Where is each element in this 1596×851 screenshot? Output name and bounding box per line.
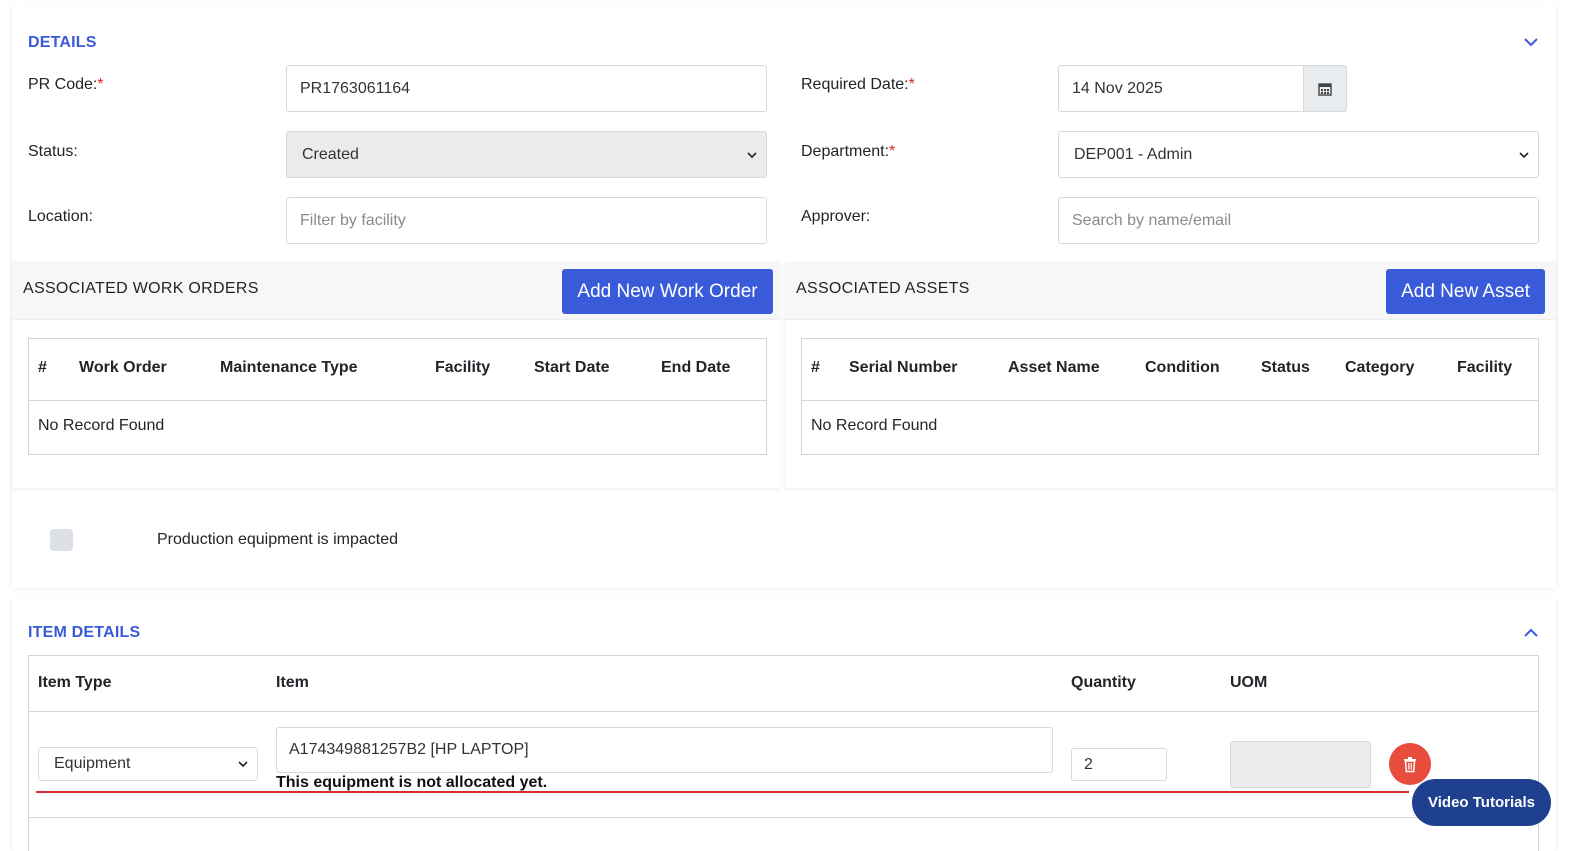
item-input[interactable]: A174349881257B2 [HP LAPTOP] (276, 727, 1053, 773)
pr-code-label: PR Code:* (28, 76, 104, 93)
calendar-icon (1318, 82, 1332, 96)
column-header: Facility (1457, 359, 1513, 376)
chevron-up-icon[interactable] (1523, 625, 1539, 641)
details-section-title: DETAILS (28, 34, 97, 51)
trash-icon (1404, 756, 1416, 772)
pr-code-value: PR1763061164 (300, 79, 411, 97)
items-table-header: Item Type Item Quantity UOM (29, 656, 1538, 712)
column-header: Status (1261, 359, 1310, 376)
column-header: Work Order (79, 359, 167, 376)
work-orders-panel: ASSOCIATED WORK ORDERS Add New Work Orde… (12, 262, 780, 488)
column-header: Start Date (534, 359, 610, 376)
approver-input[interactable]: Search by name/email (1058, 197, 1539, 244)
column-header: # (811, 359, 820, 376)
video-tutorials-button[interactable]: Video Tutorials (1412, 779, 1551, 826)
column-header: Quantity (1071, 674, 1136, 691)
approver-label: Approver: (801, 208, 871, 225)
production-impact-checkbox[interactable] (50, 529, 73, 551)
caret-down-icon (1519, 151, 1529, 158)
item-warning-text: This equipment is not allocated yet. (276, 774, 548, 791)
add-work-order-button[interactable]: Add New Work Order (562, 269, 773, 314)
department-select[interactable]: DEP001 - Admin (1058, 131, 1539, 178)
item-value: A174349881257B2 [HP LAPTOP] (289, 741, 529, 758)
location-label: Location: (28, 208, 93, 225)
caret-down-icon (238, 761, 248, 768)
required-date-field[interactable]: 14 Nov 2025 (1058, 65, 1304, 112)
assets-empty: No Record Found (811, 417, 938, 434)
status-select[interactable]: Created (286, 131, 767, 178)
required-date-value: 14 Nov 2025 (1072, 79, 1163, 97)
item-type-select[interactable]: Equipment (38, 747, 258, 781)
quantity-value: 2 (1084, 755, 1093, 773)
calendar-button[interactable] (1304, 65, 1347, 112)
work-orders-empty: No Record Found (38, 417, 165, 434)
production-impact-label: Production equipment is impacted (157, 531, 399, 548)
status-value: Created (302, 145, 359, 163)
work-orders-table-header: # Work Order Maintenance Type Facility S… (29, 339, 766, 401)
items-row-divider (29, 817, 1538, 818)
required-date-label: Required Date:* (801, 76, 915, 93)
assets-title: ASSOCIATED ASSETS (796, 280, 970, 297)
warning-underline (36, 791, 1409, 793)
quantity-input[interactable]: 2 (1071, 748, 1167, 781)
department-value: DEP001 - Admin (1074, 145, 1193, 163)
column-header: UOM (1230, 674, 1268, 691)
column-header: Facility (435, 359, 491, 376)
delete-item-button[interactable] (1389, 743, 1431, 785)
item-details-section-title: ITEM DETAILS (28, 624, 141, 641)
work-orders-table: # Work Order Maintenance Type Facility S… (28, 338, 767, 455)
work-orders-title: ASSOCIATED WORK ORDERS (23, 280, 259, 297)
status-label: Status: (28, 143, 78, 160)
department-label: Department:* (801, 143, 896, 160)
column-header: Condition (1145, 359, 1220, 376)
column-header: # (38, 359, 47, 376)
column-header: Item (276, 674, 309, 691)
location-input[interactable]: Filter by facility (286, 197, 767, 244)
location-placeholder: Filter by facility (300, 211, 406, 229)
caret-down-icon (747, 151, 757, 158)
chevron-down-icon[interactable] (1523, 34, 1539, 50)
item-type-value: Equipment (54, 755, 131, 772)
column-header: End Date (661, 359, 731, 376)
column-header: Serial Number (849, 359, 958, 376)
add-asset-button[interactable]: Add New Asset (1386, 269, 1545, 314)
column-header: Asset Name (1008, 359, 1100, 376)
column-header: Maintenance Type (220, 359, 358, 376)
uom-input[interactable] (1230, 741, 1371, 788)
assets-panel: ASSOCIATED ASSETS Add New Asset # Serial… (785, 262, 1556, 488)
pr-code-field[interactable]: PR1763061164 (286, 65, 767, 112)
approver-placeholder: Search by name/email (1072, 211, 1232, 229)
column-header: Category (1345, 359, 1415, 376)
assets-table: # Serial Number Asset Name Condition Sta… (801, 338, 1539, 455)
assets-table-header: # Serial Number Asset Name Condition Sta… (802, 339, 1538, 401)
column-header: Item Type (38, 674, 112, 691)
